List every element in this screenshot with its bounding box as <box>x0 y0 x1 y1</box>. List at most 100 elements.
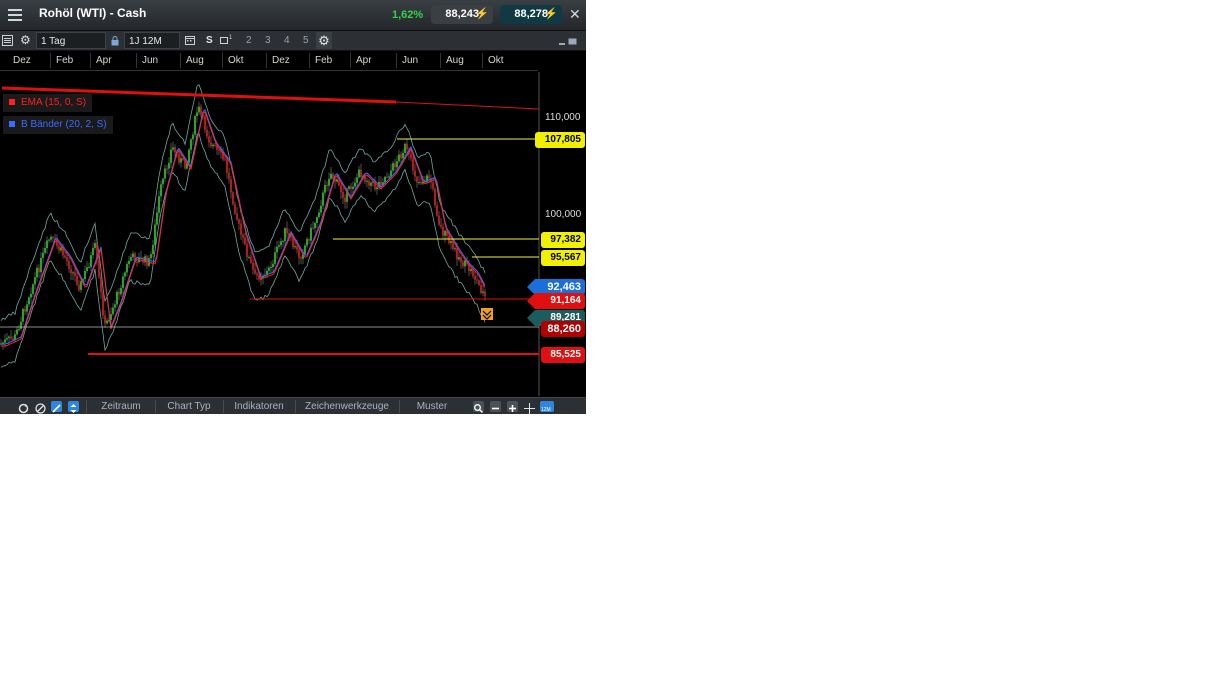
chart-toolbar: ⚙ 1 Tag 1J 12M S 1 2 3 4 5 ⚙ <box>0 31 586 51</box>
chart-type-button[interactable]: Chart Typ <box>156 398 222 414</box>
calendar-icon[interactable] <box>185 32 197 49</box>
candle-body <box>366 181 368 182</box>
candle-body <box>476 280 478 281</box>
candle-body <box>386 177 388 178</box>
minimize-icon[interactable] <box>559 32 567 49</box>
candle-body <box>456 248 458 259</box>
block-icon[interactable] <box>35 401 46 412</box>
candle-body <box>26 304 28 311</box>
pencil-icon[interactable] <box>51 401 62 412</box>
candle-body <box>126 264 128 272</box>
sell-arrow-icon: ⚡ <box>475 5 489 24</box>
time-axis-label: Okt <box>482 53 504 68</box>
candle-body <box>46 240 48 248</box>
candle-body <box>358 170 360 178</box>
candle-body <box>418 182 420 183</box>
drawing-tools-button[interactable]: Zeichenwerkzeuge <box>296 398 398 414</box>
candle-body <box>180 158 182 162</box>
scroll-icon[interactable] <box>68 401 79 412</box>
candle-body <box>242 235 244 238</box>
signal-down-icon[interactable] <box>481 308 493 320</box>
candle-body <box>254 270 256 274</box>
price-label-85[interactable]: 85,525 <box>541 347 585 363</box>
close-icon[interactable]: ✕ <box>569 6 581 23</box>
tab-5[interactable]: 5 <box>303 32 309 49</box>
candle-body <box>166 169 168 170</box>
interval-dropdown[interactable]: 1 Tag <box>36 32 106 49</box>
tab-3[interactable]: 3 <box>265 32 271 49</box>
price-label-88[interactable]: 88,260 <box>541 321 585 337</box>
candle-body <box>226 159 228 172</box>
candle-body <box>376 187 378 189</box>
candle-body <box>38 268 40 272</box>
time-axis-label: Feb <box>50 53 73 68</box>
candle-body <box>470 269 472 271</box>
candle-body <box>40 258 42 272</box>
candle-body <box>188 150 190 163</box>
candle-body <box>160 184 162 196</box>
tab-4[interactable]: 4 <box>284 32 290 49</box>
candle-body <box>356 177 358 182</box>
candle-body <box>132 254 134 257</box>
zeitraum-button[interactable]: Zeitraum <box>88 398 154 414</box>
candle-body <box>210 142 212 146</box>
candle-body <box>368 181 370 186</box>
sell-price-button[interactable]: 88,243 ⚡ <box>431 5 493 24</box>
candle-body <box>388 176 390 177</box>
candle-body <box>412 158 414 170</box>
candle-body <box>204 117 206 130</box>
candle-body <box>68 261 70 269</box>
patterns-button[interactable]: Muster <box>400 398 464 414</box>
settings-gear-icon[interactable]: ⚙ <box>20 32 32 49</box>
candle-body <box>480 285 482 293</box>
time-axis-label: Okt <box>222 53 244 68</box>
candle-body <box>246 244 248 257</box>
candle-body <box>12 338 14 339</box>
refresh-icon[interactable] <box>18 401 29 412</box>
search-icon[interactable] <box>473 401 484 412</box>
candle-body <box>332 174 334 179</box>
zoom-out-icon[interactable] <box>490 401 501 412</box>
candle-body <box>442 227 444 236</box>
tab-2[interactable]: 2 <box>246 32 252 49</box>
list-icon[interactable] <box>2 32 14 49</box>
candle-body <box>14 334 16 339</box>
price-label-91[interactable]: 91,164 <box>527 293 585 309</box>
lock-icon[interactable] <box>111 32 121 49</box>
ema-legend[interactable]: EMA (15, 0, S) <box>3 94 92 112</box>
candle-body <box>178 153 180 162</box>
candle-body <box>276 247 278 253</box>
s-button[interactable]: S <box>206 32 216 49</box>
candle-body <box>420 182 422 183</box>
candle-body <box>256 273 258 275</box>
candle-body <box>86 267 88 271</box>
candle-body <box>102 292 104 315</box>
zoom-in-icon[interactable] <box>507 401 518 412</box>
candle-body <box>458 257 460 259</box>
window-one-icon[interactable]: 1 <box>220 32 234 49</box>
range-dropdown[interactable]: 1J 12M <box>124 32 180 49</box>
candle-body <box>24 309 26 312</box>
candle-body <box>444 231 446 236</box>
candle-body <box>306 239 308 245</box>
chart-settings-gear-icon[interactable]: ⚙ <box>316 32 332 49</box>
candle-body <box>240 224 242 235</box>
price-label-92[interactable]: 92,463 <box>527 279 585 295</box>
indicators-button[interactable]: Indikatoren <box>224 398 294 414</box>
candle-body <box>16 330 18 335</box>
menu-icon[interactable] <box>5 6 25 24</box>
candle-body <box>76 276 78 285</box>
range-12m-icon[interactable]: 12M <box>540 401 554 412</box>
crosshair-icon[interactable] <box>524 401 535 412</box>
candle-body <box>320 206 322 213</box>
candle-body <box>206 130 208 136</box>
bands-legend[interactable]: B Bänder (20, 2, S) <box>3 116 113 134</box>
price-label-97[interactable]: 97,382 <box>541 232 585 248</box>
price-label-107[interactable]: 107,805 <box>535 132 585 148</box>
maximize-icon[interactable] <box>568 32 578 49</box>
sell-price: 88,243 <box>445 5 479 24</box>
buy-price-button[interactable]: 88,278 ⚡ <box>500 5 562 24</box>
candle-body <box>60 247 62 250</box>
candle-body <box>150 254 152 258</box>
price-label-95[interactable]: 95,567 <box>541 250 585 266</box>
